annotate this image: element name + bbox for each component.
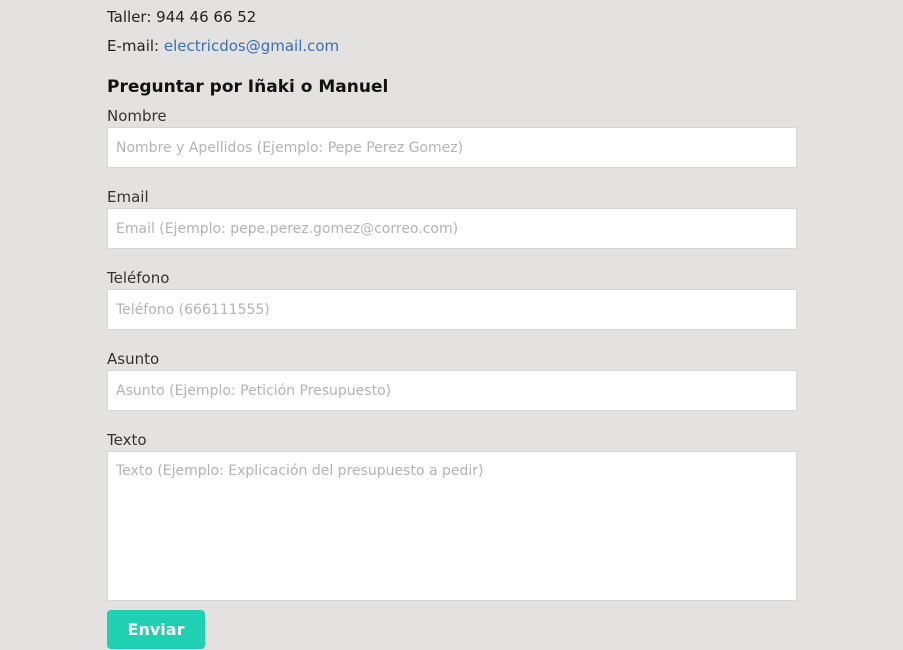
texto-textarea[interactable] <box>107 451 797 601</box>
enviar-button[interactable]: Enviar <box>107 610 205 649</box>
telefono-input[interactable] <box>107 289 797 330</box>
email-link[interactable]: electricdos@gmail.com <box>164 37 339 55</box>
texto-label: Texto <box>107 431 147 449</box>
email-prefix: E-mail: <box>107 37 164 55</box>
email-input[interactable] <box>107 208 797 249</box>
nombre-label: Nombre <box>107 107 167 125</box>
email-label: Email <box>107 188 149 206</box>
email-line: E-mail: electricdos@gmail.com <box>107 36 797 56</box>
nombre-input[interactable] <box>107 127 797 168</box>
taller-phone: Taller: 944 46 66 52 <box>107 8 257 26</box>
asunto-label: Asunto <box>107 350 160 368</box>
asunto-input[interactable] <box>107 370 797 411</box>
telefono-label: Teléfono <box>107 269 170 287</box>
contact-form-section: Taller: 944 46 66 52 E-mail: electricdos… <box>107 0 797 649</box>
form-title: Preguntar por Iñaki o Manuel <box>107 77 389 97</box>
